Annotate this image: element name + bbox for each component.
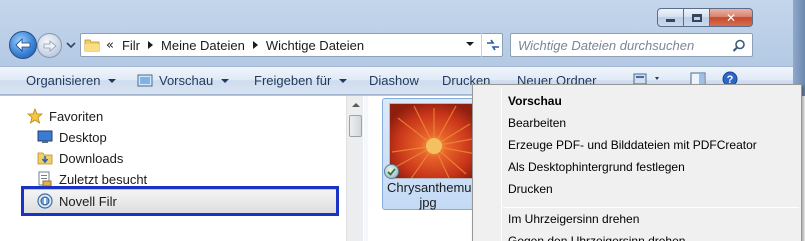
address-bar[interactable]: « Filr Meine Dateien Wichtige Dateien — [80, 33, 503, 57]
minimize-icon — [666, 19, 675, 22]
search-icon[interactable] — [732, 39, 746, 53]
desktop-icon — [37, 130, 53, 143]
menu-item-pdfcreator[interactable]: Erzeuge PDF- und Bilddateien mit PDFCrea… — [508, 135, 757, 155]
slideshow-label: Diashow — [369, 73, 419, 88]
minimize-button[interactable] — [657, 8, 684, 27]
chevron-down-icon — [339, 78, 348, 83]
breadcrumb-filr[interactable]: Filr — [122, 38, 140, 53]
recent-places-icon — [38, 171, 52, 187]
nav-favorites-label: Favoriten — [49, 108, 104, 124]
chevron-down-icon — [66, 41, 76, 48]
scroll-thumb[interactable] — [349, 115, 362, 137]
nav-item-label: Desktop — [59, 129, 107, 145]
menu-item-edit[interactable]: Bearbeiten — [508, 113, 566, 133]
close-button[interactable]: ✕ — [710, 8, 753, 27]
refresh-icon — [486, 39, 499, 51]
downloads-folder-icon — [37, 152, 53, 165]
maximize-button[interactable] — [684, 8, 710, 27]
menu-item-set-desktop-background[interactable]: Als Desktophintergrund festlegen — [508, 157, 685, 177]
menu-item-rotate-counterclockwise[interactable]: Gegen den Uhrzeigersinn drehen — [508, 231, 685, 241]
nav-item-downloads[interactable]: Downloads — [37, 150, 124, 166]
maximize-icon — [691, 13, 702, 22]
nav-favorites[interactable]: Favoriten — [27, 108, 104, 124]
scroll-up-button[interactable] — [347, 96, 364, 113]
menu-item-print[interactable]: Drucken — [508, 179, 553, 199]
close-icon: ✕ — [725, 10, 737, 25]
preview-label: Vorschau — [159, 73, 214, 88]
back-button[interactable] — [9, 31, 37, 59]
arrow-left-icon — [15, 38, 31, 52]
organize-label: Organisieren — [26, 73, 101, 88]
breadcrumb-separator[interactable] — [148, 41, 154, 49]
recent-pages-button[interactable] — [65, 40, 77, 50]
nav-item-desktop[interactable]: Desktop — [37, 129, 107, 145]
image-thumbnail[interactable] — [389, 103, 477, 179]
menu-item-preview[interactable]: Vorschau — [508, 91, 562, 111]
nav-pane-scrollbar[interactable] — [346, 96, 363, 241]
file-name-line2: jpg — [419, 195, 437, 210]
forward-button[interactable] — [37, 33, 62, 58]
breadcrumb-overflow[interactable]: « — [106, 38, 114, 53]
folder-icon — [84, 39, 100, 52]
organize-menu[interactable]: Organisieren — [26, 73, 117, 88]
breadcrumb-wichtige-dateien[interactable]: Wichtige Dateien — [266, 38, 364, 53]
nav-item-label: Downloads — [59, 150, 124, 166]
highlight-rectangle — [21, 186, 339, 216]
chevron-down-icon — [221, 78, 230, 83]
caption-buttons: ✕ — [657, 8, 753, 27]
scroll-up-icon — [351, 102, 360, 107]
search-placeholder: Wichtige Dateien durchsuchen — [518, 37, 695, 53]
sync-status-icon — [384, 164, 399, 179]
refresh-button[interactable] — [481, 33, 503, 57]
menu-gutter — [501, 87, 502, 241]
nav-item-label: Zuletzt besucht — [59, 171, 148, 187]
chevron-down-icon — [108, 78, 117, 83]
search-box[interactable]: Wichtige Dateien durchsuchen — [510, 33, 753, 57]
share-menu[interactable]: Freigeben für — [254, 73, 348, 88]
nav-item-recent[interactable]: Zuletzt besucht — [38, 171, 148, 187]
share-label: Freigeben für — [254, 73, 332, 88]
star-icon — [27, 108, 43, 124]
breadcrumb-meine-dateien[interactable]: Meine Dateien — [161, 38, 245, 53]
preview-icon — [137, 74, 153, 87]
breadcrumb-separator[interactable] — [252, 41, 258, 49]
preview-menu[interactable]: Vorschau — [137, 73, 230, 88]
address-history-dropdown[interactable] — [466, 42, 474, 46]
flower-image — [390, 104, 476, 178]
context-menu: Vorschau Bearbeiten Erzeuge PDF- und Bil… — [472, 84, 802, 241]
file-name-line1: Chrysanthemum — [387, 180, 473, 195]
menu-item-rotate-clockwise[interactable]: Im Uhrzeigersinn drehen — [508, 209, 639, 229]
menu-separator — [503, 207, 799, 208]
slideshow-button[interactable]: Diashow — [369, 73, 419, 88]
arrow-right-icon — [43, 39, 57, 52]
